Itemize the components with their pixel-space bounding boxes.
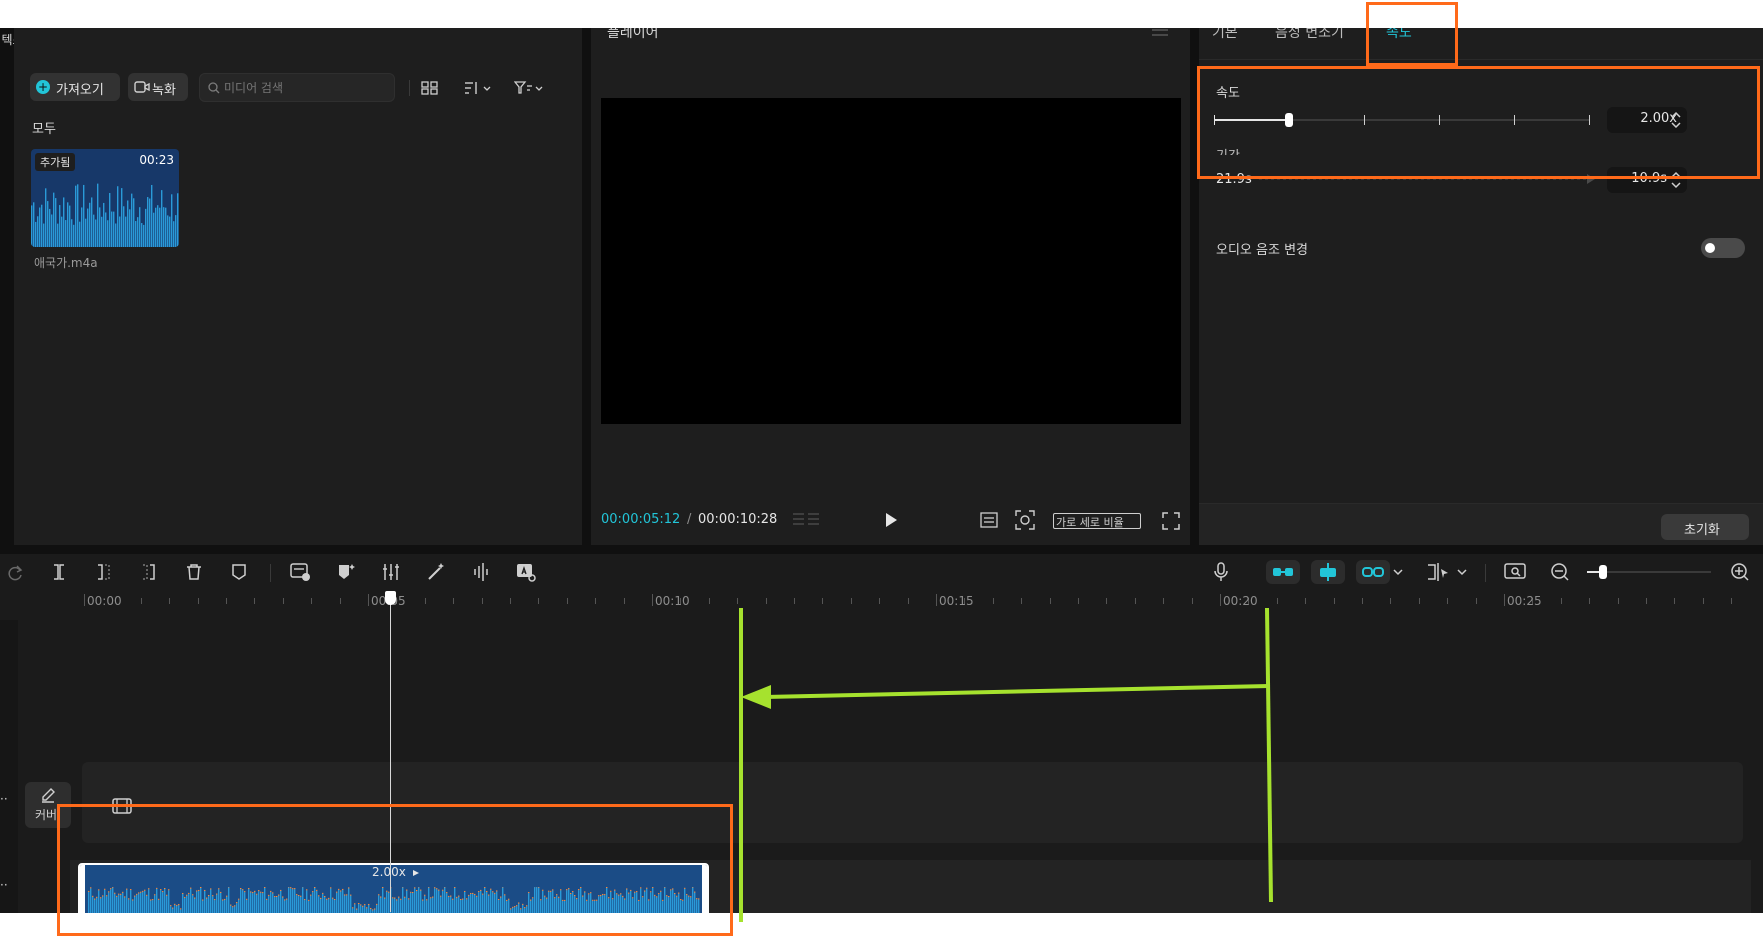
annotation-arrow (739, 607, 1273, 922)
screenshot-root: 텍스트스티커편집효과전환캡션필터조정템플릿AI 아바타 + 가져오기 녹화 모두… (0, 0, 1763, 938)
